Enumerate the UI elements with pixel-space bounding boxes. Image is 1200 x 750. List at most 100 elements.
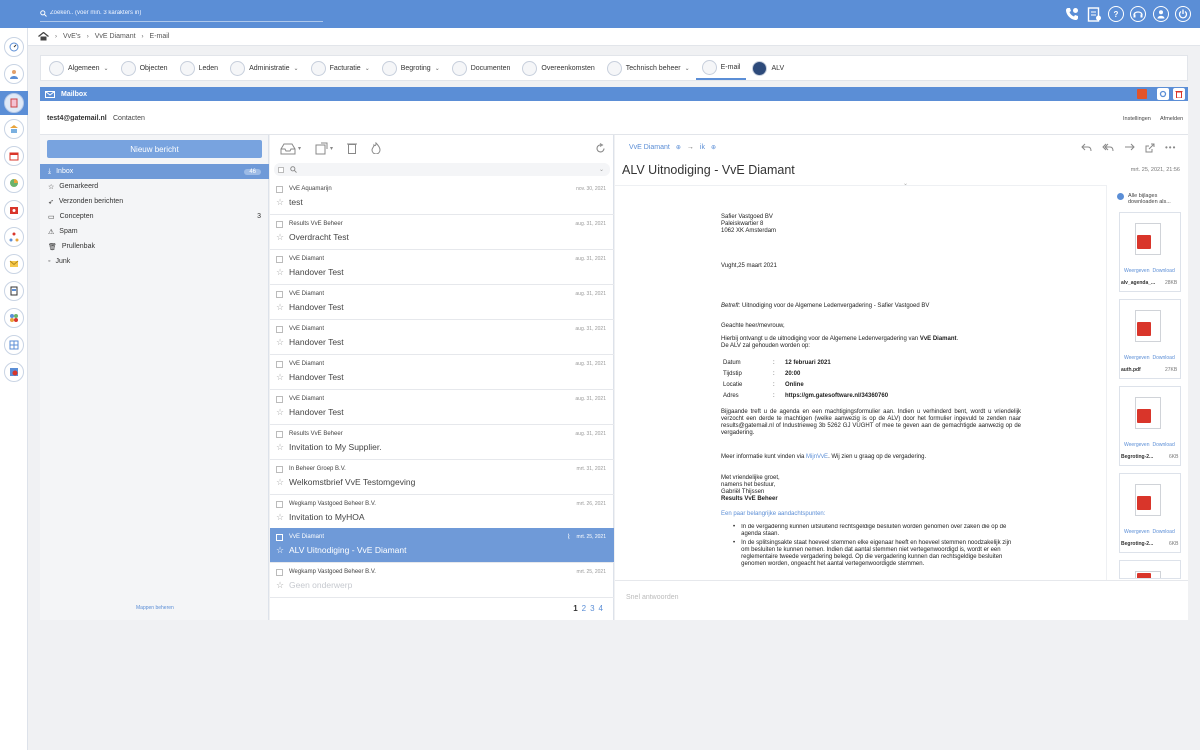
list-item[interactable]: VvE Diamant Handover Test aug. 31, 2021 ☆ [270, 390, 614, 425]
rail-puzzle-icon[interactable] [4, 308, 24, 328]
rail-tools-icon[interactable] [4, 362, 24, 382]
folder-concepten[interactable]: ▭ Concepten 3 [40, 209, 269, 224]
logout-icon[interactable] [1175, 6, 1191, 22]
message-checkbox[interactable] [276, 361, 283, 368]
star-icon[interactable]: ☆ [276, 408, 284, 417]
settings-gear-icon[interactable] [1157, 88, 1169, 100]
breadcrumb-vves[interactable]: VvE's [63, 33, 81, 40]
recipient-name[interactable]: ik [700, 144, 705, 151]
add-contact-icon[interactable]: ⊕ [676, 144, 681, 151]
home-icon[interactable] [38, 32, 49, 41]
trash-icon[interactable] [1173, 88, 1185, 100]
popout-icon[interactable] [1145, 143, 1155, 153]
list-item[interactable]: Results VvE Beheer Invitation to My Suppl… [270, 425, 614, 460]
star-icon[interactable]: ☆ [276, 338, 284, 347]
rail-bank-icon[interactable] [4, 119, 24, 139]
mijnvve-link[interactable]: MijnVvE [806, 454, 828, 460]
star-icon[interactable]: ☆ [276, 581, 284, 590]
module-overeenkomsten[interactable]: Overeenkomsten [516, 56, 600, 80]
download-link[interactable]: Download [1152, 442, 1174, 448]
star-icon[interactable]: ☆ [276, 443, 284, 452]
module-leden[interactable]: Leden [174, 56, 224, 80]
folder-verzonden[interactable]: ➶ Verzonden berichten [40, 194, 269, 209]
page-link[interactable]: 2 [582, 604, 586, 613]
star-icon[interactable]: ☆ [276, 373, 284, 382]
rail-safe-icon[interactable] [4, 200, 24, 220]
message-checkbox[interactable] [276, 291, 283, 298]
star-icon[interactable]: ☆ [276, 546, 284, 555]
list-item[interactable]: VvE Diamant Handover Test aug. 31, 2021 ☆ [270, 355, 614, 390]
folder-junk[interactable]: ◦ Junk [40, 254, 269, 269]
module-email[interactable]: E-mail [695, 56, 747, 80]
add-contact-icon[interactable]: ⊕ [711, 144, 716, 151]
phone-icon[interactable] [1064, 6, 1080, 22]
contacts-link[interactable]: Contacten [113, 115, 145, 122]
star-icon[interactable]: ☆ [276, 268, 284, 277]
office-icon[interactable] [1137, 89, 1147, 99]
quick-reply[interactable]: Snel antwoorden [615, 580, 1188, 620]
search-input[interactable] [50, 10, 310, 16]
folder-gemarkeerd[interactable]: ☆ Gemarkeerd [40, 179, 269, 194]
move-icon[interactable] [280, 142, 296, 155]
module-objecten[interactable]: Objecten [115, 56, 174, 80]
module-technisch-beheer[interactable]: Technisch beheer ⌄ [601, 56, 696, 80]
list-item[interactable]: In Beheer Groep B.V. Welkomstbrief VvE Te… [270, 460, 614, 495]
user-icon[interactable] [1153, 6, 1169, 22]
star-icon[interactable]: ☆ [276, 198, 284, 207]
chevron-down-icon[interactable]: ▾ [298, 145, 301, 152]
rail-calendar-icon[interactable] [4, 146, 24, 166]
message-checkbox[interactable] [276, 534, 283, 541]
chevron-down-icon[interactable]: ▾ [330, 145, 333, 152]
new-message-button[interactable]: Nieuw bericht [47, 140, 262, 158]
rail-document-icon[interactable] [4, 281, 24, 301]
page-link[interactable]: 1 [573, 604, 577, 613]
message-checkbox[interactable] [276, 256, 283, 263]
breadcrumb-vve-diamant[interactable]: VvE Diamant [95, 33, 136, 40]
more-icon[interactable]: ••• [1165, 143, 1176, 153]
page-link[interactable]: 3 [590, 604, 594, 613]
list-item[interactable]: Wegkamp Vastgoed Beheer B.V. Geen onderwe… [270, 563, 614, 598]
star-icon[interactable]: ☆ [276, 233, 284, 242]
module-algemeen[interactable]: Algemeen ⌄ [43, 56, 115, 80]
module-begroting[interactable]: Begroting ⌄ [376, 56, 446, 80]
list-item-selected[interactable]: VvE Diamant ALV Uitnodiging - VvE Diamant… [270, 528, 614, 563]
module-documenten[interactable]: Documenten [446, 56, 517, 80]
folder-prullenbak[interactable]: 🗑 Prullenbak [40, 239, 269, 254]
message-checkbox[interactable] [276, 569, 283, 576]
rail-chart-icon[interactable] [4, 173, 24, 193]
message-checkbox[interactable] [276, 186, 283, 193]
forward-icon[interactable] [1124, 143, 1135, 153]
delete-icon[interactable] [347, 142, 358, 154]
reply-all-icon[interactable] [1102, 143, 1114, 153]
view-link[interactable]: Weergeven [1124, 529, 1149, 535]
sender-name[interactable]: VvE Diamant [629, 144, 670, 151]
flame-icon[interactable] [371, 142, 381, 154]
module-administratie[interactable]: Administratie ⌄ [224, 56, 305, 80]
folder-inbox[interactable]: ⤓ Inbox 46 [40, 164, 269, 179]
rail-mail-icon[interactable] [4, 254, 24, 274]
download-all[interactable]: Alle bijlages downloaden als... [1117, 193, 1183, 205]
refresh-icon[interactable] [595, 142, 606, 154]
help-icon[interactable]: ? [1108, 6, 1124, 22]
attachment-card[interactable] [1119, 560, 1181, 579]
chevron-down-icon[interactable]: ⌄ [599, 166, 604, 173]
rail-grid-icon[interactable] [4, 335, 24, 355]
download-link[interactable]: Download [1152, 355, 1174, 361]
message-checkbox[interactable] [276, 326, 283, 333]
view-link[interactable]: Weergeven [1124, 268, 1149, 274]
select-all-checkbox[interactable] [278, 166, 284, 173]
list-item[interactable]: VvE Diamant Handover Test aug. 31, 2021 ☆ [270, 285, 614, 320]
module-alv[interactable]: ALV [746, 56, 790, 80]
message-checkbox[interactable] [276, 396, 283, 403]
list-item[interactable]: Wegkamp Vastgoed Beheer B.V. Invitation t… [270, 495, 614, 530]
list-item[interactable]: VvE Diamant Handover Test aug. 31, 2021 ☆ [270, 250, 614, 285]
view-link[interactable]: Weergeven [1124, 355, 1149, 361]
message-checkbox[interactable] [276, 431, 283, 438]
download-link[interactable]: Download [1152, 529, 1174, 535]
view-link[interactable]: Weergeven [1124, 442, 1149, 448]
module-facturatie[interactable]: Facturatie ⌄ [305, 56, 376, 80]
reply-icon[interactable] [1081, 143, 1092, 153]
settings-link[interactable]: Instellingen [1123, 116, 1151, 122]
mark-icon[interactable] [315, 142, 328, 155]
clipboard-icon[interactable] [1086, 6, 1102, 22]
